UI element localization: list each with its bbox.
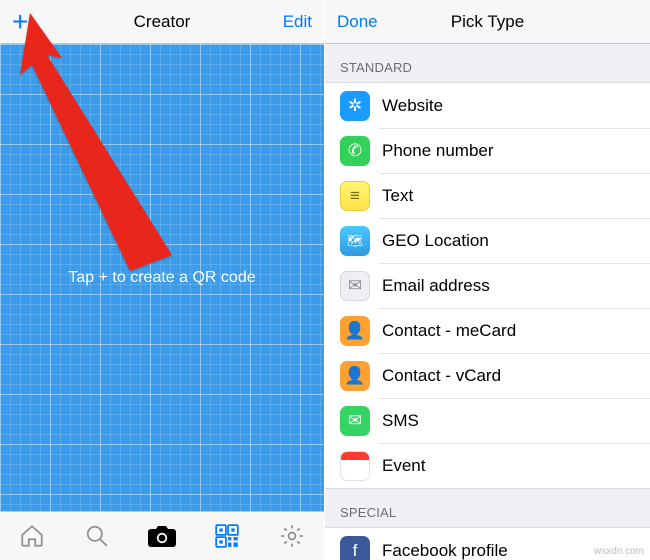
done-button[interactable]: Done bbox=[337, 12, 378, 32]
search-icon bbox=[84, 523, 110, 549]
type-row-label: SMS bbox=[382, 411, 419, 431]
type-row-label: Contact - vCard bbox=[382, 366, 501, 386]
type-row-website[interactable]: ✲ Website bbox=[325, 83, 650, 128]
type-row-phone[interactable]: ✆ Phone number bbox=[325, 128, 650, 173]
tab-home[interactable] bbox=[0, 512, 65, 560]
sms-icon: ✉ bbox=[340, 406, 370, 436]
empty-hint: Tap + to create a QR code bbox=[68, 269, 255, 287]
facebook-icon: f bbox=[340, 536, 370, 560]
type-row-label: Event bbox=[382, 456, 425, 476]
tab-creator[interactable] bbox=[194, 512, 259, 560]
type-list[interactable]: STANDARD ✲ Website ✆ Phone number ≡ Text 🗺 GEO L… bbox=[325, 44, 650, 560]
type-row-label: Phone number bbox=[382, 141, 494, 161]
tab-scan[interactable] bbox=[130, 512, 195, 560]
type-row-mecard[interactable]: 👤 Contact - meCard bbox=[325, 308, 650, 353]
phone-icon: ✆ bbox=[340, 136, 370, 166]
section-rows: ✲ Website ✆ Phone number ≡ Text 🗺 GEO Location ✉… bbox=[325, 82, 650, 489]
left-navbar: + Creator Edit bbox=[0, 0, 324, 44]
event-icon bbox=[340, 451, 370, 481]
type-row-label: Facebook profile bbox=[382, 541, 508, 560]
gear-icon bbox=[279, 523, 305, 549]
type-row-facebook[interactable]: f Facebook profile bbox=[325, 528, 650, 560]
type-row-sms[interactable]: ✉ SMS bbox=[325, 398, 650, 443]
type-row-label: Text bbox=[382, 186, 413, 206]
text-icon: ≡ bbox=[340, 181, 370, 211]
right-navbar: Done Pick Type bbox=[325, 0, 650, 44]
edit-button[interactable]: Edit bbox=[283, 12, 312, 32]
type-row-text[interactable]: ≡ Text bbox=[325, 173, 650, 218]
geo-icon: 🗺 bbox=[340, 226, 370, 256]
type-row-event[interactable]: Event bbox=[325, 443, 650, 488]
camera-icon bbox=[147, 523, 177, 549]
type-row-email[interactable]: ✉ Email address bbox=[325, 263, 650, 308]
creator-screen: + Creator Edit Tap + to create a QR code bbox=[0, 0, 325, 560]
pick-type-screen: Done Pick Type STANDARD ✲ Website ✆ Phone nu… bbox=[325, 0, 650, 560]
tab-settings[interactable] bbox=[259, 512, 324, 560]
mecard-icon: 👤 bbox=[340, 316, 370, 346]
website-icon: ✲ bbox=[340, 91, 370, 121]
tab-search[interactable] bbox=[65, 512, 130, 560]
add-button[interactable]: + bbox=[12, 12, 28, 32]
type-row-geo[interactable]: 🗺 GEO Location bbox=[325, 218, 650, 263]
type-row-label: Contact - meCard bbox=[382, 321, 516, 341]
type-row-label: Website bbox=[382, 96, 443, 116]
home-icon bbox=[19, 523, 45, 549]
qr-icon bbox=[214, 523, 240, 549]
section-header: STANDARD bbox=[325, 44, 650, 82]
type-row-vcard[interactable]: 👤 Contact - vCard bbox=[325, 353, 650, 398]
tabbar bbox=[0, 511, 324, 560]
email-icon: ✉ bbox=[340, 271, 370, 301]
section-rows: f Facebook profile bbox=[325, 527, 650, 560]
left-nav-title: Creator bbox=[0, 12, 324, 32]
section-header: SPECIAL bbox=[325, 489, 650, 527]
type-row-label: Email address bbox=[382, 276, 490, 296]
type-row-label: GEO Location bbox=[382, 231, 489, 251]
creator-empty-canvas: Tap + to create a QR code bbox=[0, 44, 324, 511]
vcard-icon: 👤 bbox=[340, 361, 370, 391]
